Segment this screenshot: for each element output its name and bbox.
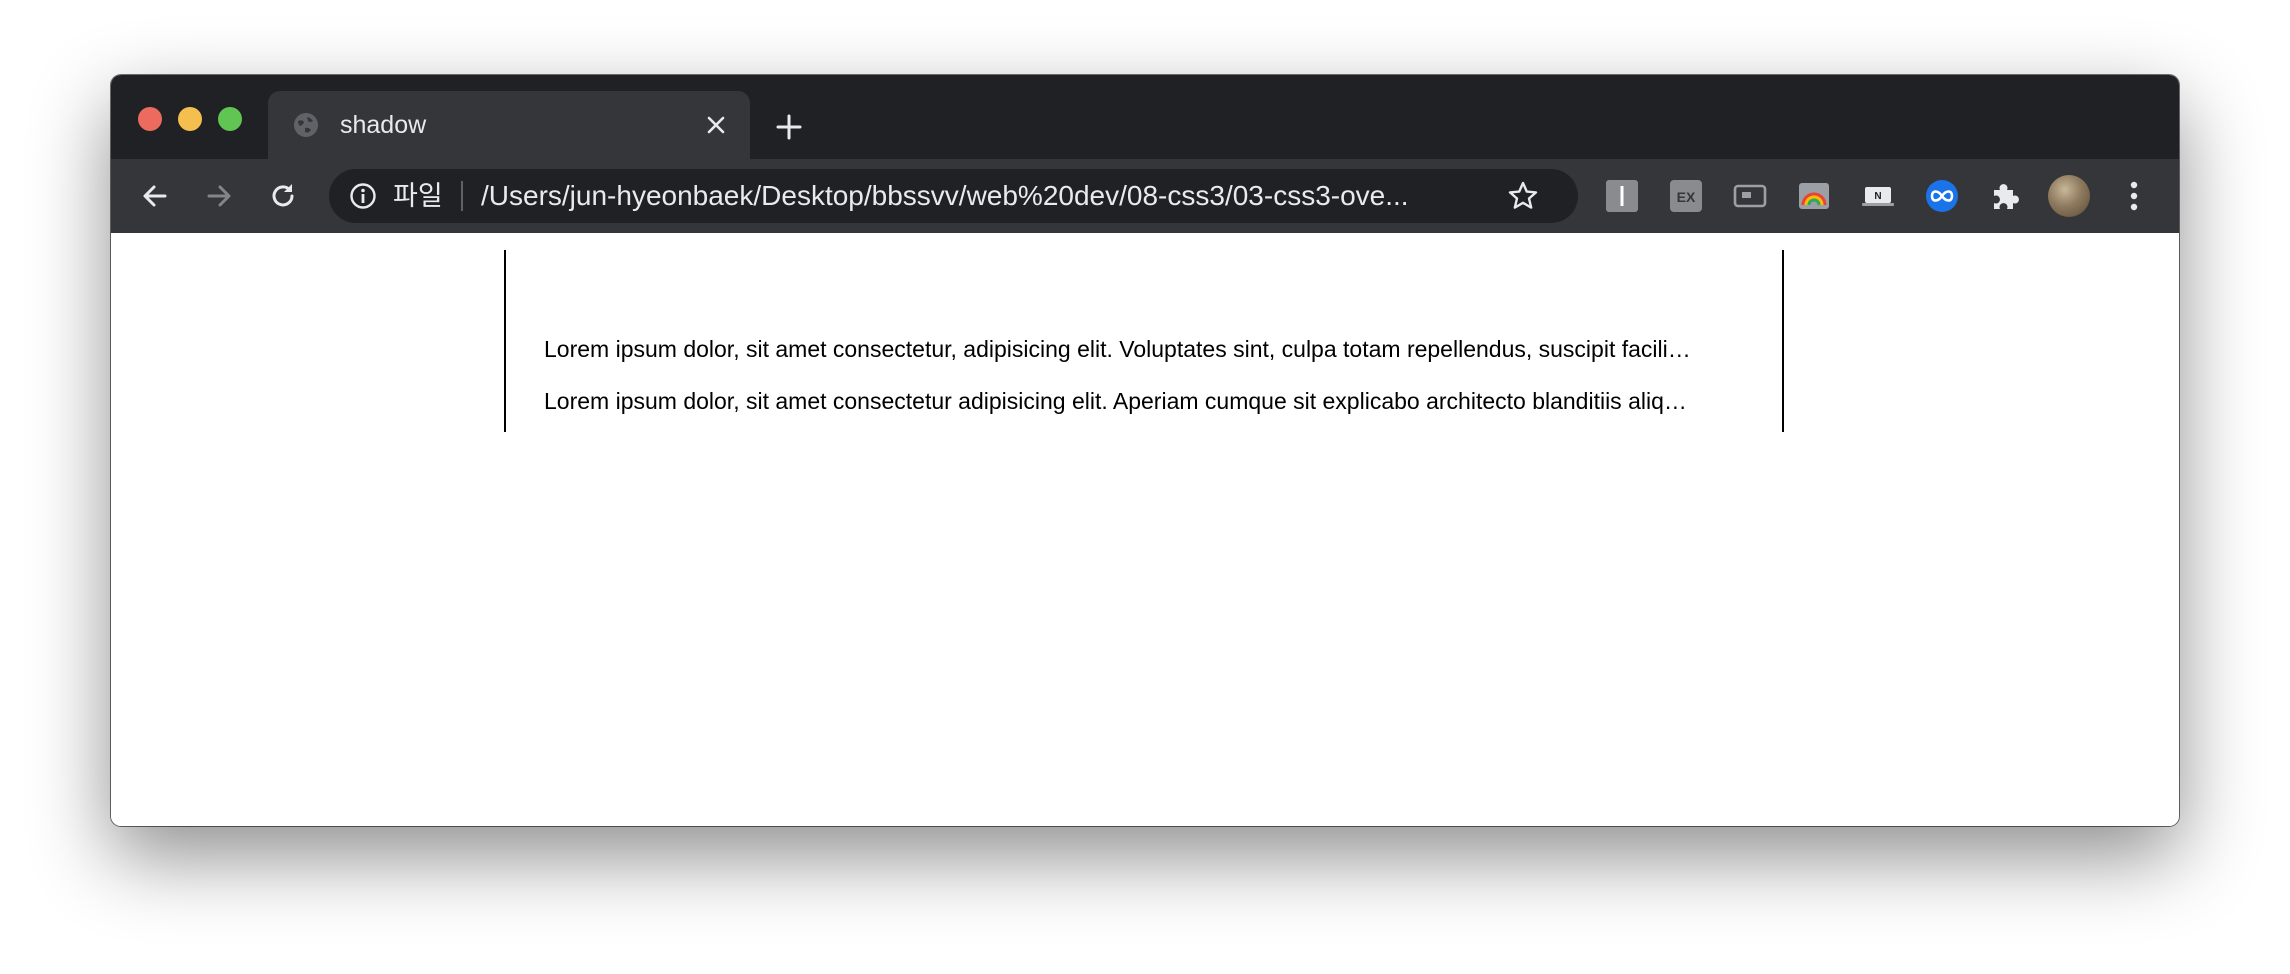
- tab-shadow[interactable]: shadow: [268, 91, 750, 159]
- svg-text:N: N: [1874, 191, 1881, 202]
- back-arrow-icon[interactable]: [137, 178, 173, 214]
- avatar[interactable]: [2048, 175, 2090, 217]
- url-text[interactable]: /Users/jun-hyeonbaek/Desktop/bbssvv/web%…: [481, 180, 1481, 212]
- star-icon[interactable]: [1507, 180, 1539, 212]
- kebab-menu-icon[interactable]: [2116, 178, 2152, 214]
- tab-title: shadow: [340, 111, 427, 139]
- info-icon[interactable]: [349, 182, 377, 210]
- paragraph-2: Lorem ipsum dolor, sit amet consectetur …: [544, 388, 1687, 414]
- browser-window: shadow 파일 /Users/jun-hyeonbaek/Desktop/b…: [111, 75, 2179, 826]
- address-bar[interactable]: 파일 /Users/jun-hyeonbaek/Desktop/bbssvv/w…: [329, 169, 1578, 223]
- bordered-container: Lorem ipsum dolor, sit amet consectetur,…: [504, 250, 1784, 432]
- window-extension-icon[interactable]: [1732, 178, 1768, 214]
- reload-icon[interactable]: [265, 178, 301, 214]
- rainbow-extension-icon[interactable]: [1796, 178, 1832, 214]
- forward-arrow-icon[interactable]: [201, 178, 237, 214]
- window-minimize-button[interactable]: [178, 107, 202, 131]
- paragraph-1: Lorem ipsum dolor, sit amet consectetur,…: [544, 336, 1691, 362]
- window-close-button[interactable]: [138, 107, 162, 131]
- text-cursor-extension-icon[interactable]: [1604, 178, 1640, 214]
- close-icon[interactable]: [700, 109, 732, 141]
- tab-strip: shadow: [111, 75, 2179, 159]
- scheme-label: 파일: [393, 181, 443, 211]
- page-content: Lorem ipsum dolor, sit amet consectetur,…: [111, 233, 2179, 826]
- window-maximize-button[interactable]: [218, 107, 242, 131]
- omnibox-divider: [461, 181, 463, 211]
- ex-extension-icon[interactable]: EX: [1668, 178, 1704, 214]
- svg-text:EX: EX: [1677, 189, 1696, 205]
- notion-extension-icon[interactable]: N: [1860, 178, 1896, 214]
- toolbar: 파일 /Users/jun-hyeonbaek/Desktop/bbssvv/w…: [111, 159, 2179, 233]
- infinity-extension-icon[interactable]: [1924, 178, 1960, 214]
- globe-icon: [294, 113, 318, 137]
- puzzle-icon[interactable]: [1988, 178, 2024, 214]
- plus-icon[interactable]: [771, 109, 807, 145]
